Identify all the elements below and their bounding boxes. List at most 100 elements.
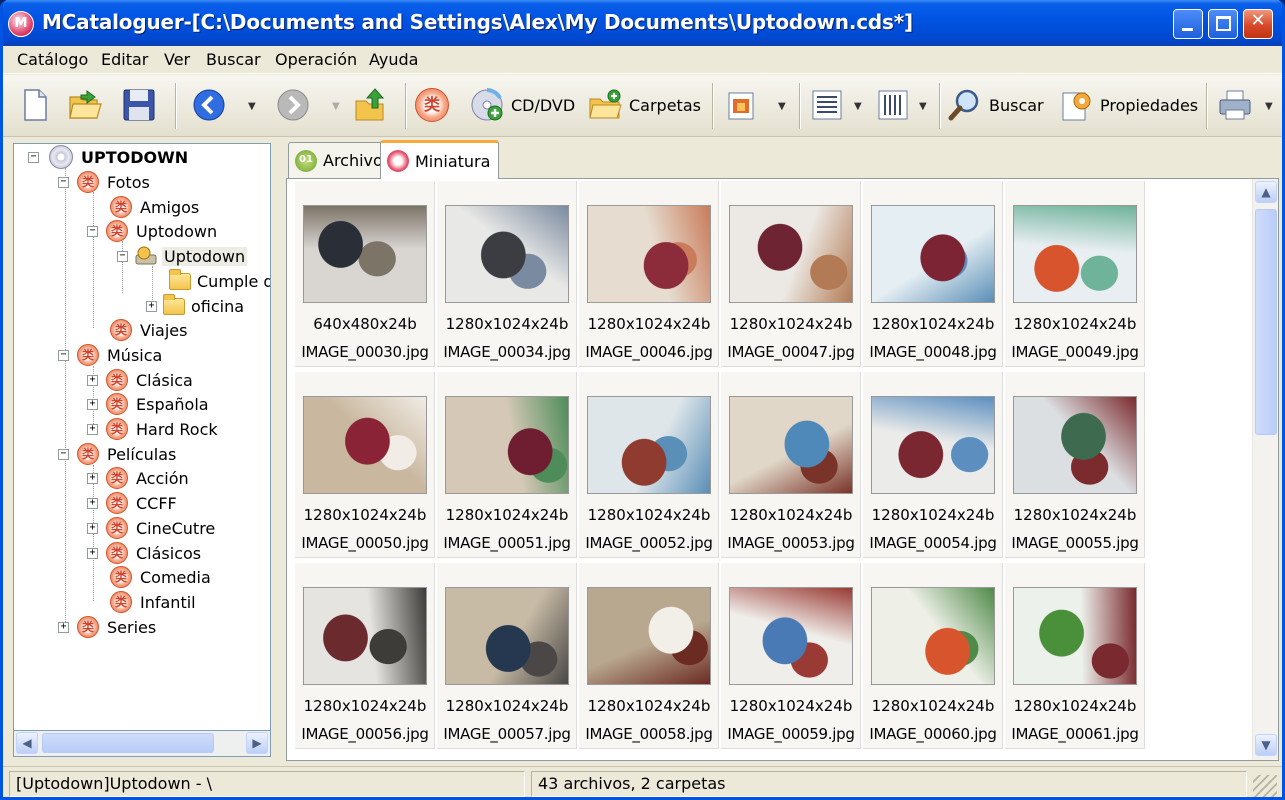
thumbnail-item[interactable]: 640x480x24b IMAGE_00030.jpg <box>295 181 435 367</box>
expand-icon[interactable]: + <box>87 497 98 509</box>
thumbnail-item[interactable]: 1280x1024x24b IMAGE_00051.jpg <box>437 372 577 558</box>
tree-node-musica[interactable]: − 类 Música <box>58 343 162 367</box>
title-bar[interactable]: M MCataloguer-[C:\Documents and Settings… <box>3 0 1282 46</box>
columns-view-dropdown-icon[interactable]: ▼ <box>919 101 927 112</box>
details-view-dropdown-icon[interactable]: ▼ <box>854 101 862 112</box>
thumbnail-image[interactable] <box>729 205 853 303</box>
back-button[interactable] <box>191 83 227 127</box>
thumbnail-item[interactable]: 1280x1024x24b IMAGE_00060.jpg <box>863 563 1003 749</box>
open-button[interactable] <box>67 83 103 127</box>
resize-grip-icon[interactable] <box>1253 775 1277 797</box>
tab-archivo[interactable]: 01 Archivo <box>288 142 392 178</box>
collapse-icon[interactable]: − <box>87 225 98 237</box>
thumbnail-image[interactable] <box>729 396 853 494</box>
thumbnail-item[interactable]: 1280x1024x24b IMAGE_00053.jpg <box>721 372 861 558</box>
minimize-button[interactable] <box>1173 9 1203 39</box>
thumbnail-item[interactable]: 1280x1024x24b IMAGE_00056.jpg <box>295 563 435 749</box>
maximize-button[interactable] <box>1208 9 1238 39</box>
tree-node-espanola[interactable]: + 类 Española <box>87 392 209 416</box>
back-dropdown-icon[interactable]: ▼ <box>248 101 256 112</box>
forward-dropdown-icon[interactable]: ▼ <box>332 101 340 112</box>
print-dropdown-icon[interactable]: ▼ <box>1265 101 1273 112</box>
tree-node-oficina[interactable]: + oficina <box>146 293 244 318</box>
tree-node-root[interactable]: − UPTODOWN <box>28 145 188 169</box>
thumbnail-image[interactable] <box>587 587 711 685</box>
menu-ver[interactable]: Ver <box>164 50 190 69</box>
tree-node-comedia[interactable]: 类 Comedia <box>110 565 211 589</box>
catalog-button[interactable]: 类 <box>415 83 449 127</box>
tree-horizontal-scrollbar[interactable]: ◀ ▶ <box>13 731 271 757</box>
expand-icon[interactable]: + <box>87 423 98 435</box>
print-button[interactable] <box>1217 83 1253 127</box>
catalog-tree[interactable]: − UPTODOWN − 类 Fotos 类 Amigos − 类 Uptodo… <box>13 143 271 731</box>
tree-node-viajes[interactable]: 类 Viajes <box>110 318 187 342</box>
expand-icon[interactable]: + <box>87 522 98 534</box>
thumbnail-item[interactable]: 1280x1024x24b IMAGE_00058.jpg <box>579 563 719 749</box>
tree-node-uptodown-disk[interactable]: − Uptodown <box>117 244 248 268</box>
tree-node-amigos[interactable]: 类 Amigos <box>110 195 199 219</box>
menu-ayuda[interactable]: Ayuda <box>369 50 418 69</box>
search-button[interactable]: Buscar <box>947 83 1044 127</box>
expand-icon[interactable]: + <box>87 472 98 484</box>
thumbnail-image[interactable] <box>303 396 427 494</box>
add-folders-button[interactable]: Carpetas <box>587 83 701 127</box>
thumbnail-item[interactable]: 1280x1024x24b IMAGE_00050.jpg <box>295 372 435 558</box>
up-folder-button[interactable] <box>353 83 389 127</box>
collapse-icon[interactable]: − <box>117 250 128 262</box>
thumbnail-image[interactable] <box>303 205 427 303</box>
add-cd-button[interactable]: CD/DVD <box>469 83 575 127</box>
tree-node-cumple[interactable]: Cumple de <box>169 268 270 293</box>
collapse-icon[interactable]: − <box>28 151 39 163</box>
grid-vertical-scrollbar[interactable]: ▲ ▼ <box>1252 179 1278 760</box>
scroll-down-icon[interactable]: ▼ <box>1255 734 1277 756</box>
save-button[interactable] <box>121 83 157 127</box>
export-button[interactable] <box>723 83 759 127</box>
details-view-button[interactable] <box>809 83 845 127</box>
tab-miniatura[interactable]: Miniatura <box>380 140 500 179</box>
collapse-icon[interactable]: − <box>58 448 69 460</box>
menu-operacion[interactable]: Operación <box>275 50 357 69</box>
export-dropdown-icon[interactable]: ▼ <box>778 101 786 112</box>
tree-node-cinecutre[interactable]: + 类 CineCutre <box>87 516 215 540</box>
expand-icon[interactable]: + <box>146 300 157 312</box>
tree-node-infantil[interactable]: 类 Infantil <box>110 590 196 614</box>
thumbnail-image[interactable] <box>1013 205 1137 303</box>
thumbnail-image[interactable] <box>445 396 569 494</box>
menu-editar[interactable]: Editar <box>101 50 148 69</box>
thumbnail-image[interactable] <box>871 396 995 494</box>
scroll-left-icon[interactable]: ◀ <box>16 732 38 754</box>
tree-node-ccff[interactable]: + 类 CCFF <box>87 491 177 515</box>
thumbnail-item[interactable]: 1280x1024x24b IMAGE_00059.jpg <box>721 563 861 749</box>
columns-view-button[interactable] <box>875 83 911 127</box>
expand-icon[interactable]: + <box>87 547 98 559</box>
thumbnail-image[interactable] <box>587 396 711 494</box>
app-icon[interactable]: M <box>8 11 34 37</box>
new-button[interactable] <box>17 83 53 127</box>
scroll-right-icon[interactable]: ▶ <box>246 732 268 754</box>
tree-node-series[interactable]: + 类 Series <box>58 615 156 639</box>
menu-buscar[interactable]: Buscar <box>206 50 261 69</box>
scroll-up-icon[interactable]: ▲ <box>1255 181 1277 203</box>
tree-node-uptodown[interactable]: − 类 Uptodown <box>87 219 217 243</box>
close-button[interactable]: ✕ <box>1243 9 1273 39</box>
thumbnail-image[interactable] <box>871 587 995 685</box>
thumbnail-image[interactable] <box>445 587 569 685</box>
tree-node-clasica[interactable]: + 类 Clásica <box>87 368 193 392</box>
expand-icon[interactable]: + <box>87 374 98 386</box>
collapse-icon[interactable]: − <box>58 349 69 361</box>
grid-scroll-thumb[interactable] <box>1255 209 1277 435</box>
thumbnail-item[interactable]: 1280x1024x24b IMAGE_00047.jpg <box>721 181 861 367</box>
thumbnail-image[interactable] <box>303 587 427 685</box>
collapse-icon[interactable]: − <box>58 176 69 188</box>
tree-node-accion[interactable]: + 类 Acción <box>87 466 189 490</box>
thumbnail-item[interactable]: 1280x1024x24b IMAGE_00055.jpg <box>1005 372 1145 558</box>
tree-scroll-thumb[interactable] <box>42 733 214 753</box>
thumbnail-item[interactable]: 1280x1024x24b IMAGE_00048.jpg <box>863 181 1003 367</box>
thumbnail-item[interactable]: 1280x1024x24b IMAGE_00057.jpg <box>437 563 577 749</box>
thumbnail-image[interactable] <box>1013 396 1137 494</box>
thumbnail-image[interactable] <box>587 205 711 303</box>
thumbnail-image[interactable] <box>871 205 995 303</box>
thumbnail-image[interactable] <box>729 587 853 685</box>
thumbnail-image[interactable] <box>1013 587 1137 685</box>
forward-button[interactable] <box>275 83 311 127</box>
